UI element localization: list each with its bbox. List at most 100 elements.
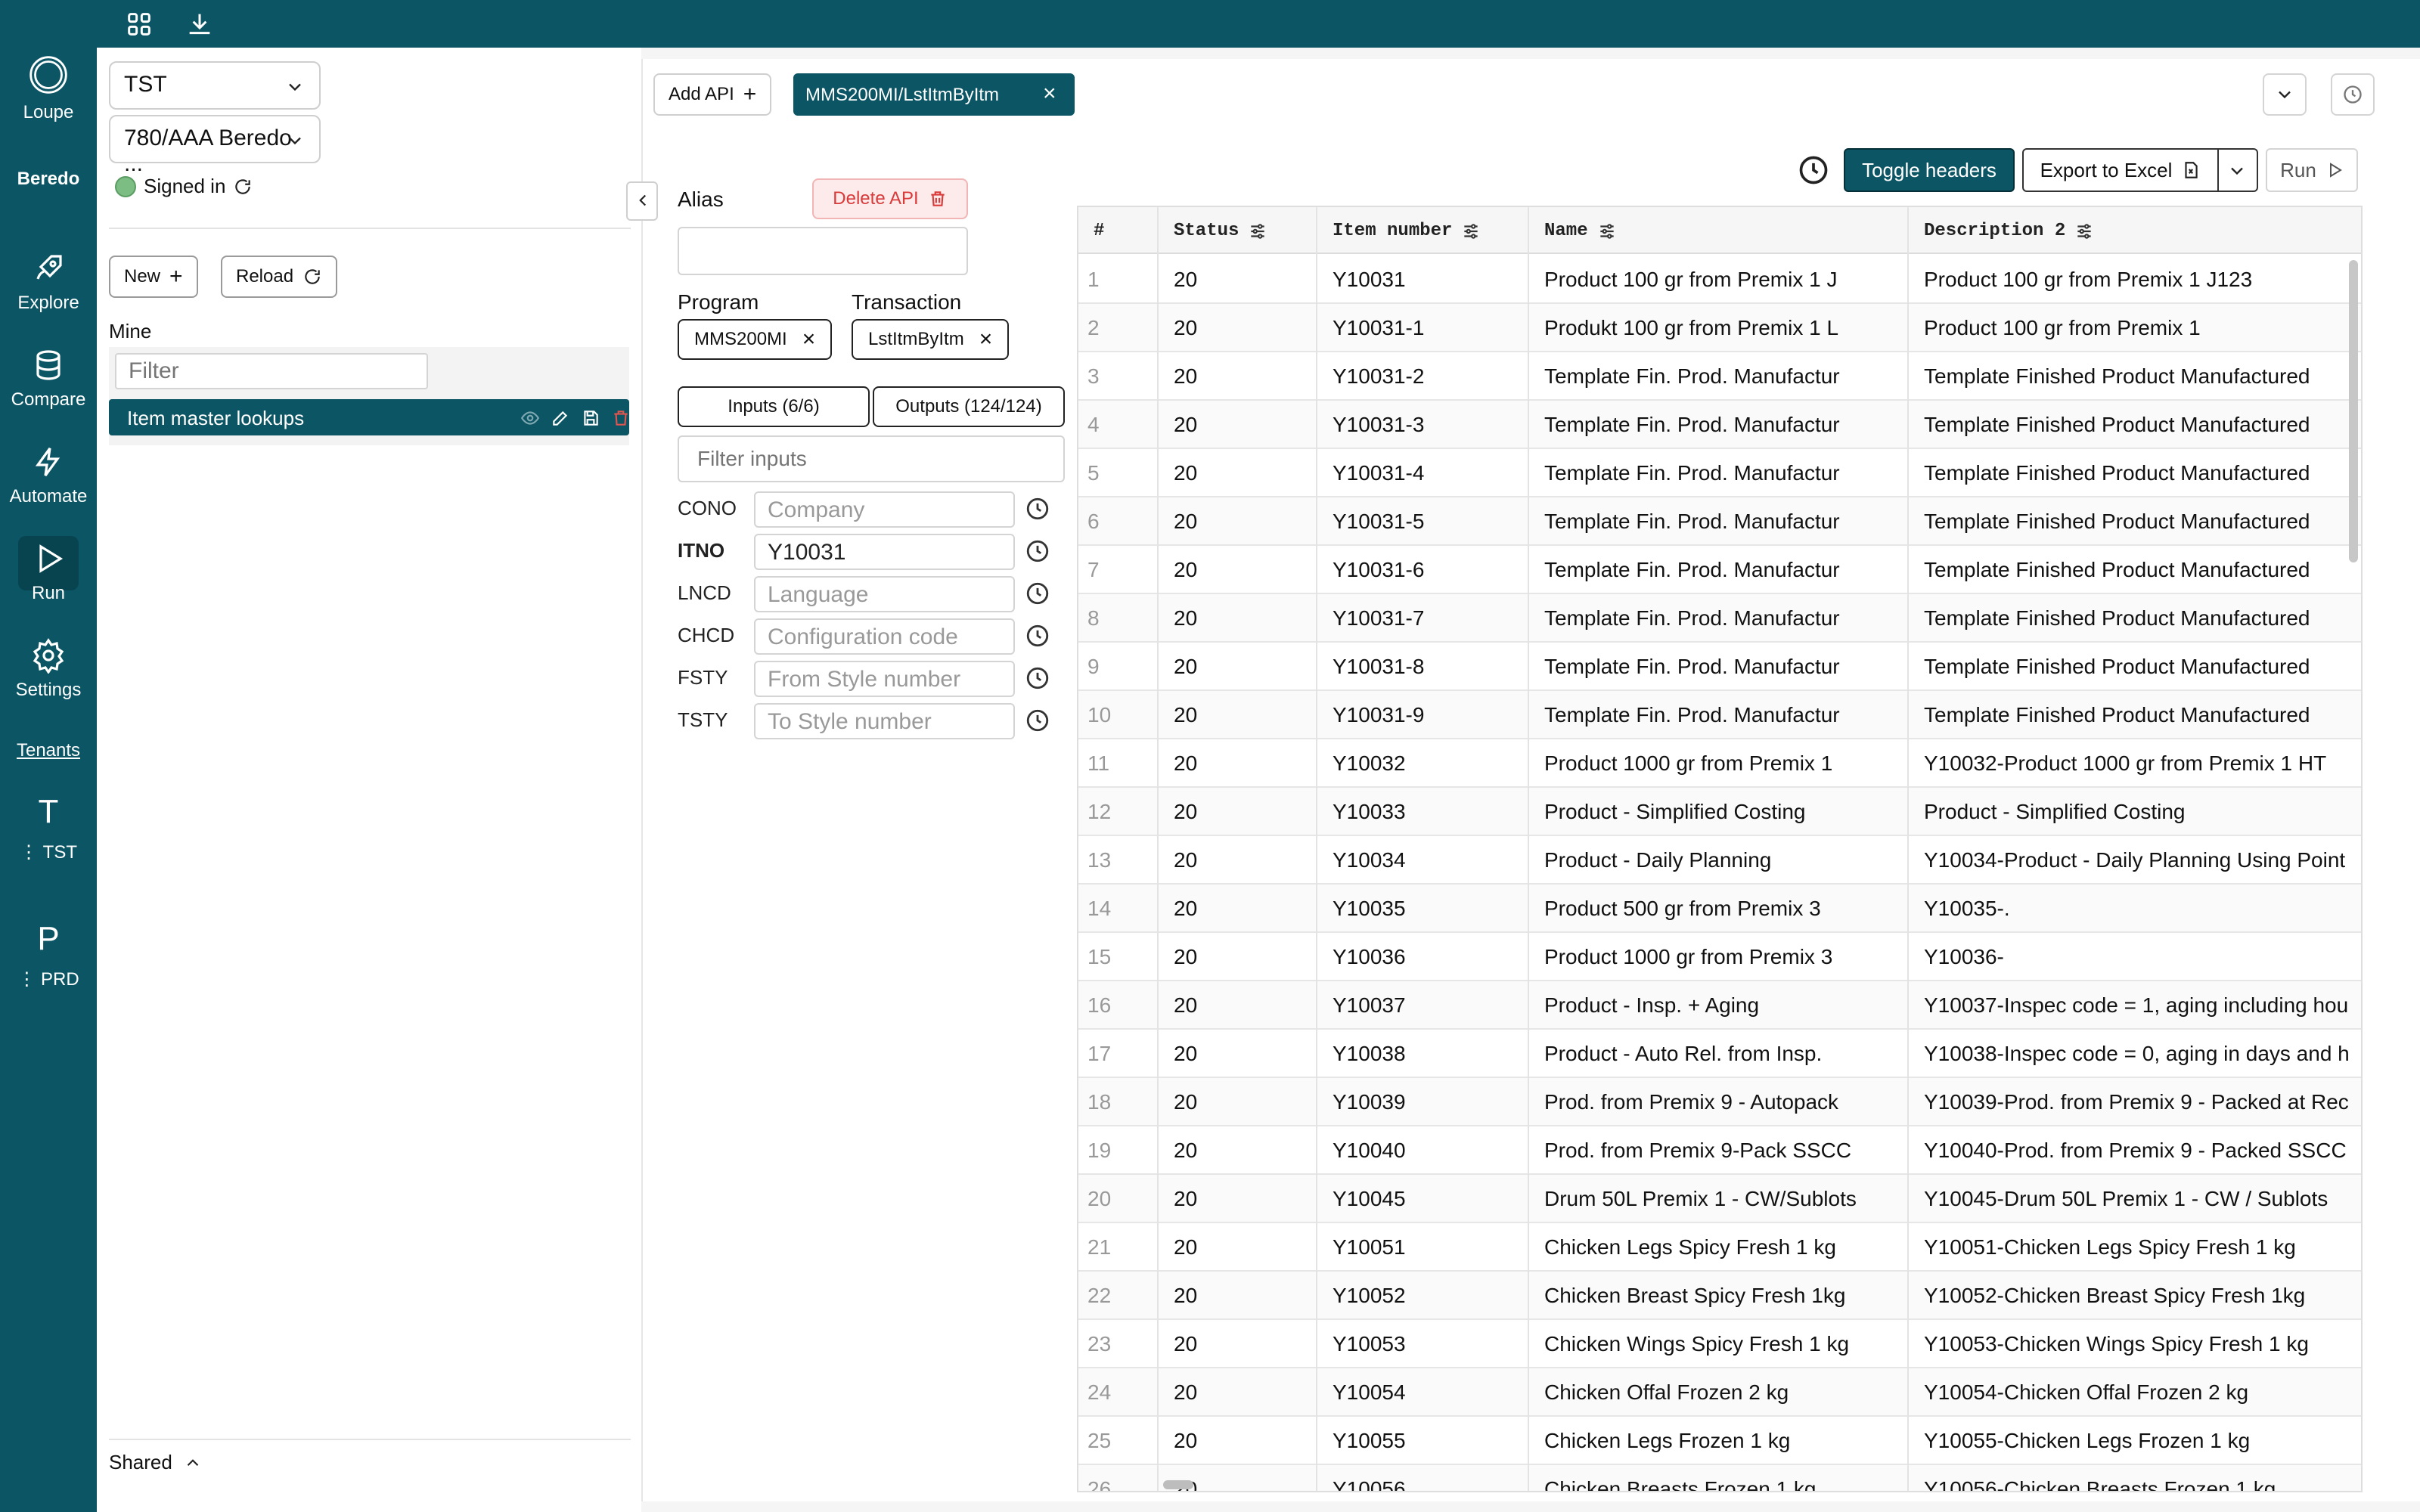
play-icon bbox=[2329, 163, 2342, 178]
table-row[interactable]: 26 20 Y10056 Chicken Breasts Frozen 1 kg Y10… bbox=[1078, 1465, 2361, 1491]
rail-item-explore[interactable]: Explore bbox=[0, 250, 97, 314]
toggle-headers-button[interactable]: Toggle headers bbox=[1844, 148, 2015, 192]
table-row[interactable]: 19 20 Y10040 Prod. from Premix 9-Pack SSCC Y… bbox=[1078, 1126, 2361, 1175]
environment-select[interactable]: TST bbox=[109, 61, 321, 110]
rail-item-settings[interactable]: Settings bbox=[0, 637, 97, 701]
table-row[interactable]: 10 20 Y10031-9 Template Fin. Prod. Manufact… bbox=[1078, 691, 2361, 739]
table-row[interactable]: 22 20 Y10052 Chicken Breast Spicy Fresh 1kg… bbox=[1078, 1272, 2361, 1320]
from-style-input[interactable]: From Style number bbox=[754, 661, 1015, 697]
status-cell: 20 bbox=[1174, 461, 1198, 485]
eye-icon[interactable] bbox=[520, 408, 540, 428]
table-row[interactable]: 11 20 Y10032 Product 1000 gr from Premix 1 Y… bbox=[1078, 739, 2361, 788]
export-excel-button[interactable]: Export to Excel bbox=[2024, 150, 2217, 191]
reload-button[interactable]: Reload bbox=[221, 256, 338, 298]
clock-icon[interactable] bbox=[1025, 496, 1050, 522]
company-input[interactable]: Company bbox=[754, 491, 1015, 528]
alias-input[interactable] bbox=[678, 227, 968, 275]
clock-icon[interactable] bbox=[1025, 708, 1050, 733]
close-icon[interactable]: × bbox=[802, 327, 816, 352]
new-button[interactable]: New + bbox=[109, 256, 198, 298]
table-row[interactable]: 15 20 Y10036 Product 1000 gr from Premix 3 Y… bbox=[1078, 933, 2361, 981]
to-style-input[interactable]: To Style number bbox=[754, 703, 1015, 739]
list-item-selected[interactable]: Item master lookups bbox=[109, 399, 629, 435]
tenant-menu-icon[interactable]: ⋮ bbox=[20, 842, 38, 863]
column-header-item-number[interactable]: Item number bbox=[1333, 221, 1481, 241]
tabs-dropdown-button[interactable] bbox=[2263, 73, 2307, 116]
table-row[interactable]: 20 20 Y10045 Drum 50L Premix 1 - CW/Sublots… bbox=[1078, 1175, 2361, 1223]
clock-icon[interactable] bbox=[1025, 665, 1050, 691]
horizontal-scrollbar[interactable] bbox=[1163, 1480, 1193, 1489]
description-cell: Template Finished Product Manufactured bbox=[1924, 703, 2310, 727]
rail-logo[interactable]: Loupe bbox=[0, 54, 97, 123]
sliders-icon[interactable] bbox=[1461, 222, 1481, 241]
sliders-icon[interactable] bbox=[2074, 222, 2094, 241]
table-row[interactable]: 2 20 Y10031-1 Produkt 100 gr from Premix 1 … bbox=[1078, 304, 2361, 352]
collapse-panel-button[interactable] bbox=[626, 181, 658, 221]
table-row[interactable]: 24 20 Y10054 Chicken Offal Frozen 2 kg Y1005… bbox=[1078, 1368, 2361, 1417]
table-row[interactable]: 3 20 Y10031-2 Template Fin. Prod. Manufactu… bbox=[1078, 352, 2361, 401]
edit-icon[interactable] bbox=[551, 408, 570, 428]
tab-outputs[interactable]: Outputs (124/124) bbox=[873, 386, 1065, 427]
company-select-value: 780/AAA Beredo ... bbox=[124, 125, 292, 176]
row-index-cell: 4 bbox=[1087, 413, 1100, 436]
save-icon[interactable] bbox=[581, 408, 600, 428]
filter-input[interactable] bbox=[115, 353, 428, 389]
close-icon[interactable]: × bbox=[979, 327, 993, 352]
clock-icon[interactable] bbox=[1025, 581, 1050, 606]
filter-inputs-field[interactable] bbox=[678, 435, 1065, 482]
download-icon[interactable] bbox=[185, 9, 215, 39]
table-row[interactable]: 12 20 Y10033 Product - Simplified Costing Pr… bbox=[1078, 788, 2361, 836]
table-row[interactable]: 8 20 Y10031-7 Template Fin. Prod. Manufactu… bbox=[1078, 594, 2361, 643]
column-header-status[interactable]: Status bbox=[1174, 221, 1267, 241]
table-row[interactable]: 14 20 Y10035 Product 500 gr from Premix 3 Y1… bbox=[1078, 885, 2361, 933]
rail-item-run[interactable]: Run bbox=[0, 541, 97, 604]
table-row[interactable]: 21 20 Y10051 Chicken Legs Spicy Fresh 1 kg Y… bbox=[1078, 1223, 2361, 1272]
sliders-icon[interactable] bbox=[1248, 222, 1267, 241]
tenant-prd[interactable]: P ⋮ PRD bbox=[0, 920, 97, 990]
refresh-icon[interactable] bbox=[233, 177, 253, 197]
rail-label: Explore bbox=[17, 293, 79, 313]
add-api-button[interactable]: Add API + bbox=[653, 73, 772, 116]
tenant-tst[interactable]: T ⋮ TST bbox=[0, 793, 97, 863]
table-row[interactable]: 18 20 Y10039 Prod. from Premix 9 - Autopack… bbox=[1078, 1078, 2361, 1126]
trash-icon[interactable] bbox=[611, 408, 631, 428]
apps-grid-icon[interactable] bbox=[124, 9, 154, 39]
table-row[interactable]: 9 20 Y10031-8 Template Fin. Prod. Manufactu… bbox=[1078, 643, 2361, 691]
sliders-icon[interactable] bbox=[1597, 222, 1617, 241]
rail-item-automate[interactable]: Automate bbox=[0, 444, 97, 507]
clock-icon[interactable] bbox=[1025, 538, 1050, 564]
chevron-down-icon[interactable] bbox=[2226, 160, 2248, 181]
table-row[interactable]: 16 20 Y10037 Product - Insp. + Aging Y10037-… bbox=[1078, 981, 2361, 1030]
column-header-name[interactable]: Name bbox=[1544, 221, 1617, 241]
loupe-logo-icon bbox=[29, 56, 67, 94]
vertical-scrollbar[interactable] bbox=[2349, 260, 2358, 562]
clock-icon[interactable] bbox=[1025, 623, 1050, 649]
item-number-input[interactable]: Y10031 bbox=[754, 534, 1015, 570]
delete-api-button[interactable]: Delete API bbox=[812, 178, 968, 219]
rail-item-compare[interactable]: Compare bbox=[0, 347, 97, 411]
table-row[interactable]: 17 20 Y10038 Product - Auto Rel. from Insp.… bbox=[1078, 1030, 2361, 1078]
language-input[interactable]: Language bbox=[754, 576, 1015, 612]
column-header-description-2[interactable]: Description 2 bbox=[1924, 221, 2094, 241]
table-row[interactable]: 23 20 Y10053 Chicken Wings Spicy Fresh 1 kg… bbox=[1078, 1320, 2361, 1368]
excel-file-icon bbox=[2185, 162, 2198, 178]
run-button[interactable]: Run bbox=[2266, 148, 2358, 192]
table-row[interactable]: 7 20 Y10031-6 Template Fin. Prod. Manufactu… bbox=[1078, 546, 2361, 594]
tenant-menu-icon[interactable]: ⋮ bbox=[17, 969, 36, 990]
history-button[interactable] bbox=[2331, 73, 2375, 116]
table-row[interactable]: 25 20 Y10055 Chicken Legs Frozen 1 kg Y10055… bbox=[1078, 1417, 2361, 1465]
close-icon[interactable]: × bbox=[1043, 81, 1056, 107]
table-row[interactable]: 1 20 Y10031 Product 100 gr from Premix 1 J P… bbox=[1078, 256, 2361, 304]
table-row[interactable]: 4 20 Y10031-3 Template Fin. Prod. Manufactu… bbox=[1078, 401, 2361, 449]
company-select[interactable]: 780/AAA Beredo ... bbox=[109, 115, 321, 176]
clock-icon[interactable] bbox=[1797, 153, 1830, 187]
tab-active-api[interactable]: MMS200MI/LstItmByItm × bbox=[793, 73, 1075, 116]
shared-toggle[interactable]: Shared bbox=[109, 1451, 203, 1474]
table-row[interactable]: 5 20 Y10031-4 Template Fin. Prod. Manufactu… bbox=[1078, 449, 2361, 497]
table-row[interactable]: 13 20 Y10034 Product - Daily Planning Y10034… bbox=[1078, 836, 2361, 885]
environment-select-value: TST bbox=[124, 72, 167, 97]
tab-inputs[interactable]: Inputs (6/6) bbox=[678, 386, 870, 427]
name-cell: Product 100 gr from Premix 1 J bbox=[1544, 268, 1838, 291]
table-row[interactable]: 6 20 Y10031-5 Template Fin. Prod. Manufactu… bbox=[1078, 497, 2361, 546]
configuration-code-input[interactable]: Configuration code bbox=[754, 618, 1015, 655]
